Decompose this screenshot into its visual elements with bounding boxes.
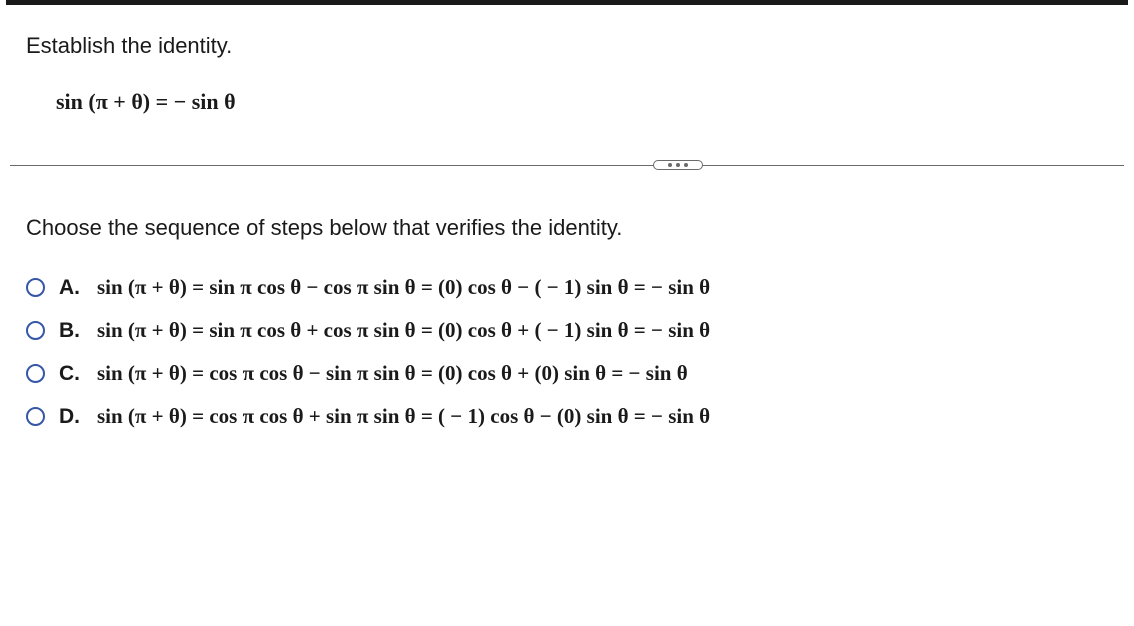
options-list: A. sin (π + θ) = sin π cos θ − cos π sin… <box>0 275 1134 429</box>
option-math: sin (π + θ) = sin π cos θ − cos π sin θ … <box>97 275 710 300</box>
identity-expression: sin (π + θ) = − sin θ <box>56 89 1108 115</box>
option-letter: C. <box>59 362 83 386</box>
ellipsis-icon <box>676 163 680 167</box>
prompt-text: Establish the identity. <box>26 33 1108 59</box>
option-letter: D. <box>59 405 83 429</box>
option-c[interactable]: C. sin (π + θ) = cos π cos θ − sin π sin… <box>26 361 1108 386</box>
option-math: sin (π + θ) = sin π cos θ + cos π sin θ … <box>97 318 710 343</box>
ellipsis-icon <box>668 163 672 167</box>
radio-icon[interactable] <box>26 321 45 340</box>
prompt-block: Establish the identity. sin (π + θ) = − … <box>0 5 1134 115</box>
option-a[interactable]: A. sin (π + θ) = sin π cos θ − cos π sin… <box>26 275 1108 300</box>
ellipsis-badge[interactable] <box>653 160 703 170</box>
ellipsis-icon <box>684 163 688 167</box>
option-b[interactable]: B. sin (π + θ) = sin π cos θ + cos π sin… <box>26 318 1108 343</box>
radio-icon[interactable] <box>26 278 45 297</box>
section-separator <box>10 155 1124 175</box>
exercise-page: Establish the identity. sin (π + θ) = − … <box>0 0 1134 429</box>
separator-line <box>10 165 1124 166</box>
option-letter: A. <box>59 276 83 300</box>
option-letter: B. <box>59 319 83 343</box>
radio-icon[interactable] <box>26 407 45 426</box>
question-text: Choose the sequence of steps below that … <box>0 215 1134 241</box>
option-math: sin (π + θ) = cos π cos θ + sin π sin θ … <box>97 404 710 429</box>
option-d[interactable]: D. sin (π + θ) = cos π cos θ + sin π sin… <box>26 404 1108 429</box>
option-math: sin (π + θ) = cos π cos θ − sin π sin θ … <box>97 361 688 386</box>
radio-icon[interactable] <box>26 364 45 383</box>
